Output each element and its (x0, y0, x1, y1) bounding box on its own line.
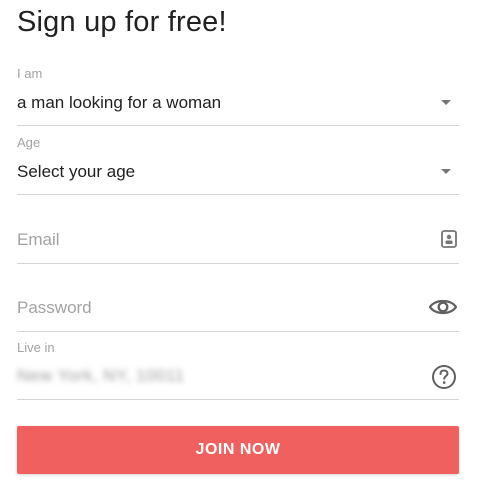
contact-card-icon[interactable] (441, 230, 457, 253)
gender-value[interactable]: a man looking for a woman (17, 93, 221, 113)
chevron-down-icon[interactable] (441, 169, 451, 174)
join-now-button[interactable]: JOIN NOW (17, 426, 459, 474)
location-field[interactable]: Live in New York, NY, 10011 (17, 340, 459, 400)
chevron-down-icon[interactable] (441, 100, 451, 105)
location-label: Live in (17, 340, 55, 355)
eye-icon[interactable] (428, 298, 458, 321)
help-circle-icon[interactable] (431, 364, 457, 395)
location-value[interactable]: New York, NY, 10011 (17, 366, 185, 386)
age-label: Age (17, 135, 41, 150)
gender-select[interactable]: I am a man looking for a woman (17, 66, 459, 126)
email-field[interactable]: Email (17, 204, 459, 264)
gender-label: I am (17, 66, 43, 81)
password-placeholder[interactable]: Password (17, 298, 92, 318)
age-select[interactable]: Age Select your age (17, 135, 459, 195)
password-field[interactable]: Password (17, 272, 459, 332)
email-placeholder[interactable]: Email (17, 230, 60, 250)
age-value[interactable]: Select your age (17, 162, 135, 182)
page-title: Sign up for free! (17, 6, 227, 38)
